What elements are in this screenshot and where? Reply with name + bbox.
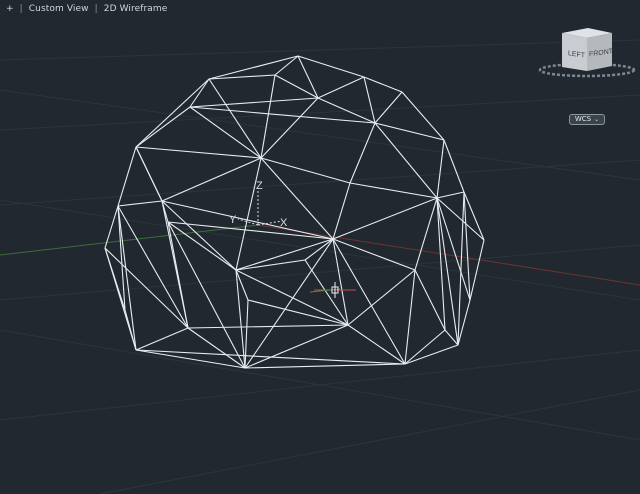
wireframe-edge[interactable]: [274, 74, 319, 99]
wireframe-edge[interactable]: [469, 239, 485, 301]
wireframe-edge[interactable]: [235, 238, 334, 271]
wireframe-edge[interactable]: [332, 182, 351, 240]
grid: [0, 39, 640, 494]
wireframe-edge[interactable]: [260, 157, 351, 184]
wireframe-edge[interactable]: [436, 191, 465, 199]
wireframe-edge[interactable]: [117, 200, 163, 207]
wireframe-edge[interactable]: [436, 139, 445, 199]
drawing-viewport[interactable]: Z X Y LEFT FRONT: [0, 0, 640, 494]
wireframe-edge[interactable]: [161, 157, 262, 202]
wireframe-edge[interactable]: [374, 122, 445, 141]
wireframe-edge[interactable]: [404, 329, 446, 365]
wireframe-edge[interactable]: [117, 146, 137, 207]
wireframe-edge[interactable]: [317, 76, 365, 99]
wireframe-edge[interactable]: [349, 122, 376, 184]
wireframe-edge[interactable]: [187, 324, 349, 329]
wireframe-edge[interactable]: [235, 259, 306, 271]
wireframe-edge[interactable]: [189, 106, 262, 159]
wireframe-edge[interactable]: [135, 146, 262, 159]
wireframe-edge[interactable]: [463, 191, 485, 241]
wireframe-edge[interactable]: [457, 191, 465, 346]
wireframe-edge[interactable]: [374, 91, 403, 124]
wireframe-edge[interactable]: [304, 238, 334, 261]
wireframe-edge[interactable]: [347, 324, 406, 365]
wireframe-edge[interactable]: [297, 55, 319, 99]
wireframe-edge[interactable]: [244, 299, 249, 369]
viewport-menu-button[interactable]: +: [6, 4, 14, 14]
wireframe-edge[interactable]: [363, 76, 403, 93]
wireframe-edge[interactable]: [401, 91, 445, 141]
wireframe-edge[interactable]: [244, 363, 406, 369]
wireframe-edge[interactable]: [244, 238, 334, 369]
wireframe-edge[interactable]: [404, 269, 416, 365]
wireframe-edge[interactable]: [443, 139, 465, 193]
wireframe-edge[interactable]: [189, 97, 319, 108]
wcs-label: WCS: [574, 115, 592, 123]
viewcube[interactable]: LEFT FRONT: [538, 28, 636, 78]
geodesic-dome-wireframe[interactable]: [104, 55, 485, 369]
wireframe-edge[interactable]: [117, 205, 137, 351]
visual-style-menu[interactable]: 2D Wireframe: [104, 4, 168, 14]
wireframe-edge[interactable]: [244, 324, 349, 369]
wireframe-edge[interactable]: [189, 78, 210, 108]
ucs-icon: Z X Y: [229, 180, 288, 229]
wireframe-edge[interactable]: [167, 221, 246, 369]
separator: |: [19, 4, 23, 14]
wireframe-edge[interactable]: [414, 269, 446, 331]
wireframe-edge[interactable]: [404, 344, 459, 365]
wireframe-edge[interactable]: [135, 146, 163, 202]
ucs-y-label: Y: [229, 214, 237, 226]
wireframe-edge[interactable]: [363, 76, 376, 124]
wireframe-edge[interactable]: [332, 197, 438, 240]
wireframe-edge[interactable]: [235, 269, 349, 326]
wcs-menu-button[interactable]: WCS ⌄: [569, 114, 605, 125]
chevron-down-icon: ⌄: [594, 116, 600, 123]
ucs-z-label: Z: [256, 180, 263, 192]
wireframe-edge[interactable]: [414, 197, 438, 271]
wireframe-edge[interactable]: [374, 122, 438, 199]
wireframe-edge[interactable]: [235, 157, 262, 271]
wireframe-edge[interactable]: [304, 259, 349, 326]
cursor-crosshair: [309, 282, 356, 298]
ucs-x-label: X: [280, 217, 288, 229]
wireframe-edge[interactable]: [349, 182, 438, 199]
wireframe-edge[interactable]: [297, 55, 365, 78]
wireframe-edge[interactable]: [135, 327, 189, 351]
wireframe-edge[interactable]: [247, 299, 349, 326]
world-y-axis: [0, 224, 259, 256]
viewport-controls: + | Custom View | 2D Wireframe: [6, 2, 167, 16]
separator: |: [94, 4, 98, 14]
view-controls-menu[interactable]: Custom View: [29, 4, 89, 14]
wireframe-edge[interactable]: [347, 269, 416, 326]
wireframe-edge[interactable]: [187, 327, 246, 369]
